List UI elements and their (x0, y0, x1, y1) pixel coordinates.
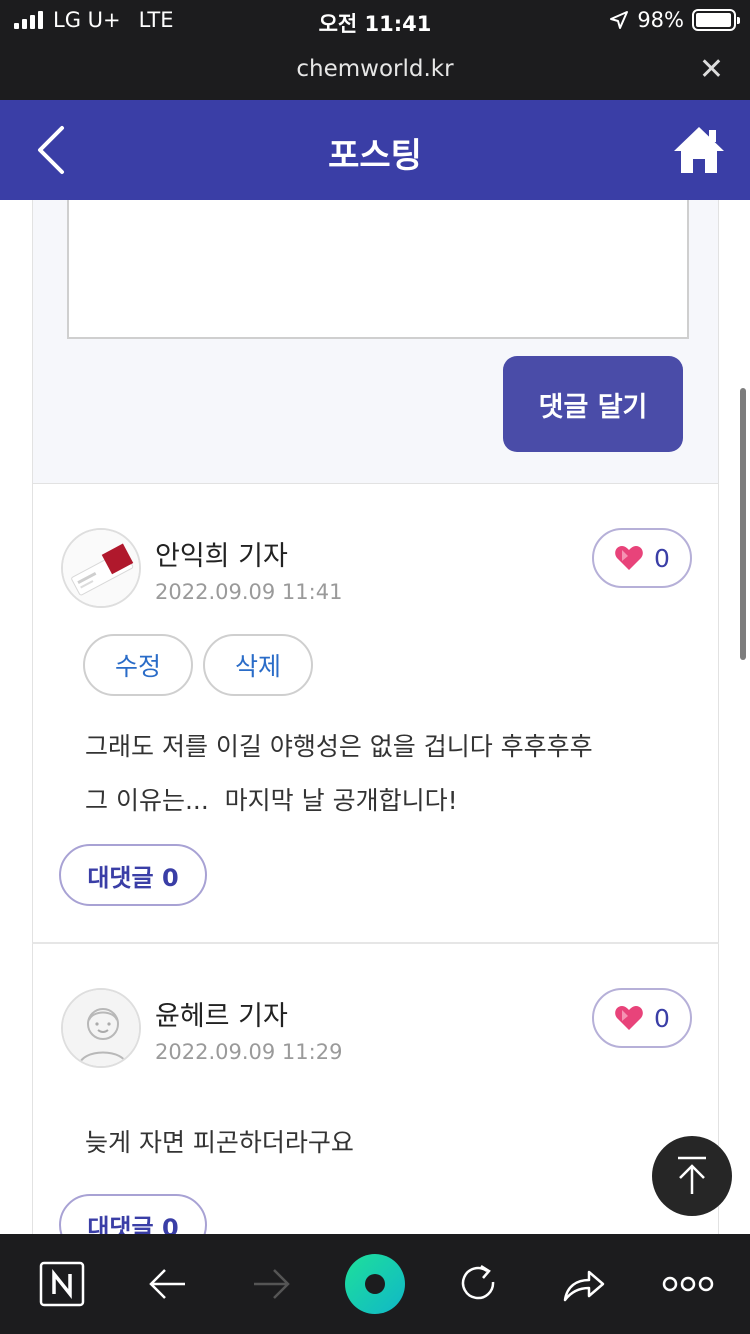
browser-url-bar: chemworld.kr ✕ (0, 42, 750, 100)
back-arrow-icon[interactable] (139, 1256, 195, 1312)
comment-text-line: 그 이유는... 마지막 날 공개합니다! (85, 786, 458, 815)
default-avatar-icon (63, 990, 139, 1066)
arrow-up-icon (678, 1156, 706, 1194)
like-count: 0 (654, 1003, 670, 1033)
comment-item: 안익희 기자 2022.09.09 11:41 0 수정 삭제 그래도 저를 이… (32, 484, 719, 944)
comment-author: 안익희 기자 (155, 541, 288, 572)
comment-item: 윤헤르 기자 2022.09.09 11:29 0 늦게 자면 피곤하더라구요 … (32, 944, 719, 1234)
heart-icon (615, 546, 643, 570)
avatar (61, 988, 141, 1068)
battery-level-fill (696, 13, 732, 27)
like-button[interactable]: 0 (592, 528, 692, 588)
home-button[interactable] (672, 124, 726, 176)
heart-icon (615, 1006, 643, 1030)
like-count: 0 (654, 543, 670, 573)
refresh-icon[interactable] (451, 1256, 507, 1312)
url-text[interactable]: chemworld.kr (0, 56, 750, 82)
comment-textarea[interactable] (67, 200, 689, 339)
avatar-image (63, 530, 139, 606)
avatar (61, 528, 141, 608)
comment-date: 2022.09.09 11:41 (155, 580, 343, 604)
submit-comment-button[interactable]: 댓글 달기 (503, 356, 683, 452)
close-icon[interactable]: ✕ (699, 52, 724, 87)
comments-section: 댓글 달기 안익희 기자 2022.09.09 11:41 0 수정 삭제 그래… (0, 200, 750, 1234)
status-bar: LG U+ LTE 오전 11:41 98% (0, 0, 750, 42)
page-title: 포스팅 (328, 136, 422, 176)
green-dot-icon[interactable] (343, 1252, 407, 1316)
edit-button[interactable]: 수정 (83, 634, 193, 696)
comment-date: 2022.09.09 11:29 (155, 1040, 343, 1064)
scroll-to-top-button[interactable] (652, 1136, 732, 1216)
battery-percent: 98% (637, 8, 684, 32)
comment-form: 댓글 달기 (32, 200, 719, 484)
comment-text-line: 그래도 저를 이길 야행성은 없을 겁니다 후후후후 (85, 732, 593, 761)
share-icon[interactable] (556, 1256, 612, 1312)
like-button[interactable]: 0 (592, 988, 692, 1048)
forward-arrow-icon[interactable] (244, 1256, 300, 1312)
reply-button[interactable]: 대댓글 0 (59, 1194, 207, 1234)
home-icon (674, 127, 724, 173)
delete-button[interactable]: 삭제 (203, 634, 313, 696)
battery-icon (692, 9, 740, 31)
app-header: 포스팅 (0, 100, 750, 200)
reply-button[interactable]: 대댓글 0 (59, 844, 207, 906)
naver-n-icon[interactable] (34, 1256, 90, 1312)
more-icon[interactable] (660, 1256, 716, 1312)
browser-toolbar (0, 1234, 750, 1334)
comment-author: 윤헤르 기자 (155, 1001, 288, 1032)
comment-text-line: 늦게 자면 피곤하더라구요 (85, 1128, 354, 1157)
scrollbar[interactable] (740, 388, 746, 660)
location-arrow-icon (610, 11, 629, 29)
